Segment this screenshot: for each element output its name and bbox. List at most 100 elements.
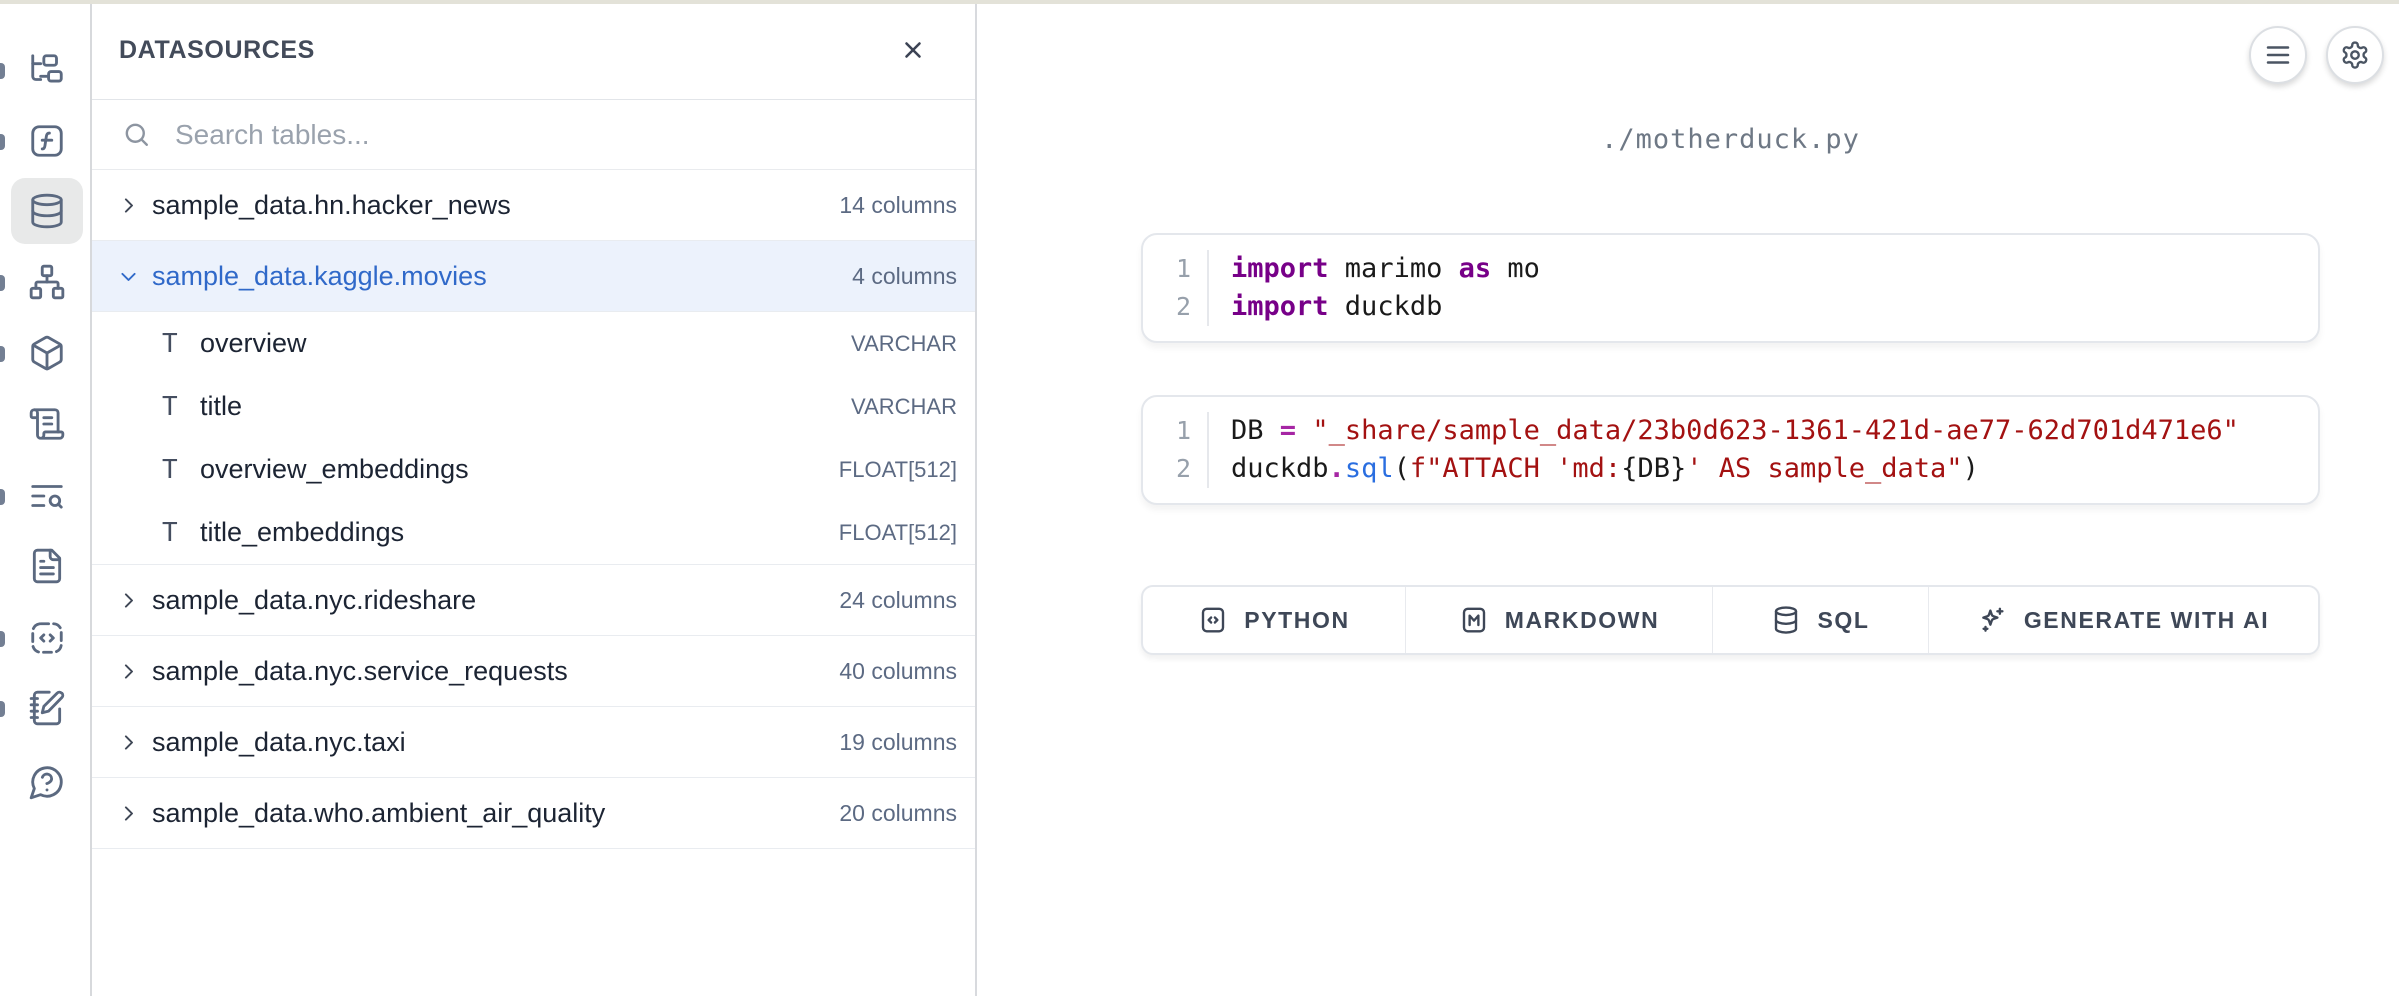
table-name: sample_data.nyc.service_requests [152, 656, 839, 687]
column-row[interactable]: T title VARCHAR [92, 375, 975, 438]
markdown-square-icon [1459, 605, 1489, 635]
chevron-down-icon [118, 266, 152, 287]
sidebar-item-packages[interactable] [11, 320, 83, 386]
function-square-icon [28, 122, 66, 160]
settings-button[interactable] [2326, 26, 2384, 84]
column-name: title_embeddings [200, 517, 839, 548]
notebook-main: ./motherduck.py 1import marimo as mo2imp… [977, 0, 2399, 996]
close-icon [900, 37, 926, 63]
add-markdown-cell-button[interactable]: MARKDOWN [1406, 587, 1713, 653]
sidebar-item-files[interactable] [11, 37, 83, 103]
code-text: import marimo as mo [1209, 250, 1540, 288]
edge-mark [0, 489, 5, 505]
code-text: import duckdb [1209, 288, 1442, 326]
search-input[interactable] [175, 119, 855, 151]
chevron-right-icon [118, 661, 152, 682]
text-type-icon: T [162, 455, 200, 485]
generate-with-ai-button[interactable]: GENERATE WITH AI [1929, 587, 2318, 653]
code-text: duckdb.sql(f"ATTACH 'md:{DB}' AS sample_… [1209, 450, 1979, 488]
chevron-right-icon [118, 803, 152, 824]
package-icon [28, 334, 66, 372]
column-name: overview_embeddings [200, 454, 839, 485]
code-line[interactable]: 2import duckdb [1143, 288, 2318, 326]
code-cell[interactable]: 1DB = "_share/sample_data/23b0d623-1361-… [1141, 395, 2320, 505]
code-line[interactable]: 1import marimo as mo [1143, 250, 2318, 288]
column-name: title [200, 391, 851, 422]
sidebar-item-dependencies[interactable] [11, 249, 83, 315]
close-panel-button[interactable] [893, 30, 933, 70]
edge-mark [0, 701, 5, 717]
column-row[interactable]: T overview_embeddings FLOAT[512] [92, 438, 975, 501]
search-row [92, 100, 975, 170]
text-type-icon: T [162, 392, 200, 422]
table-columns: T overview VARCHAR T title VARCHAR T ove… [92, 312, 975, 565]
table-column-count: 40 columns [839, 658, 957, 685]
sparkles-icon [1978, 605, 2008, 635]
column-row[interactable]: T title_embeddings FLOAT[512] [92, 501, 975, 564]
code-line[interactable]: 1DB = "_share/sample_data/23b0d623-1361-… [1143, 412, 2318, 450]
column-type: VARCHAR [851, 331, 957, 357]
table-name: sample_data.hn.hacker_news [152, 190, 839, 221]
sidebar-item-scratchpad[interactable] [11, 675, 83, 741]
scroll-text-icon [28, 405, 66, 443]
hamburger-menu-icon [2263, 40, 2293, 70]
edge-mark [0, 631, 5, 647]
column-type: VARCHAR [851, 394, 957, 420]
table-name: sample_data.who.ambient_air_quality [152, 798, 839, 829]
chevron-right-icon [118, 590, 152, 611]
window-top-strip [0, 0, 2399, 4]
database-icon [1771, 605, 1801, 635]
search-icon [122, 120, 151, 149]
add-cell-toolbar: PYTHON MARKDOWN SQL GENERATE WITH AI [1141, 585, 2320, 655]
text-type-icon: T [162, 329, 200, 359]
table-row[interactable]: sample_data.kaggle.movies 4 columns [92, 241, 975, 312]
table-row[interactable]: sample_data.hn.hacker_news 14 columns [92, 170, 975, 241]
table-column-count: 19 columns [839, 729, 957, 756]
code-cell[interactable]: 1import marimo as mo2import duckdb [1141, 233, 2320, 343]
button-label: GENERATE WITH AI [2024, 607, 2269, 634]
table-column-count: 4 columns [852, 263, 957, 290]
notebook-filename[interactable]: ./motherduck.py [1141, 124, 2320, 155]
button-label: SQL [1817, 607, 1869, 634]
line-number: 2 [1143, 288, 1209, 326]
table-name: sample_data.kaggle.movies [152, 261, 852, 292]
notebook-menu-button[interactable] [2249, 26, 2307, 84]
table-row[interactable]: sample_data.nyc.service_requests 40 colu… [92, 636, 975, 707]
sidebar-item-logs[interactable] [11, 463, 83, 529]
add-sql-cell-button[interactable]: SQL [1713, 587, 1929, 653]
code-text: DB = "_share/sample_data/23b0d623-1361-4… [1209, 412, 2239, 450]
line-number: 2 [1143, 450, 1209, 488]
help-chat-icon [28, 763, 66, 801]
sidebar-item-help[interactable] [11, 749, 83, 815]
table-row[interactable]: sample_data.nyc.taxi 19 columns [92, 707, 975, 778]
code-snippet-icon [28, 619, 66, 657]
edge-mark [0, 346, 5, 362]
column-row[interactable]: T overview VARCHAR [92, 312, 975, 375]
text-search-icon [28, 477, 66, 515]
table-row[interactable]: sample_data.who.ambient_air_quality 20 c… [92, 778, 975, 849]
chevron-right-icon [118, 195, 152, 216]
datasources-panel-header: DATASOURCES [92, 0, 975, 100]
activity-iconbar [0, 0, 92, 996]
sidebar-item-documentation[interactable] [11, 533, 83, 599]
button-label: PYTHON [1244, 607, 1349, 634]
table-name: sample_data.nyc.rideshare [152, 585, 839, 616]
table-column-count: 14 columns [839, 192, 957, 219]
sidebar-item-datasources[interactable] [11, 178, 83, 244]
sidebar-item-outline[interactable] [11, 391, 83, 457]
sidebar-item-snippets[interactable] [11, 605, 83, 671]
database-icon [28, 192, 66, 230]
line-number: 1 [1143, 412, 1209, 450]
add-python-cell-button[interactable]: PYTHON [1143, 587, 1406, 653]
code-line[interactable]: 2duckdb.sql(f"ATTACH 'md:{DB}' AS sample… [1143, 450, 2318, 488]
file-text-icon [28, 547, 66, 585]
edge-mark [0, 134, 5, 150]
code-square-icon [1198, 605, 1228, 635]
sidebar-item-functions[interactable] [11, 108, 83, 174]
table-column-count: 20 columns [839, 800, 957, 827]
table-column-count: 24 columns [839, 587, 957, 614]
notebook-pen-icon [28, 689, 66, 727]
chevron-right-icon [118, 732, 152, 753]
panel-title: DATASOURCES [119, 36, 315, 65]
table-row[interactable]: sample_data.nyc.rideshare 24 columns [92, 565, 975, 636]
